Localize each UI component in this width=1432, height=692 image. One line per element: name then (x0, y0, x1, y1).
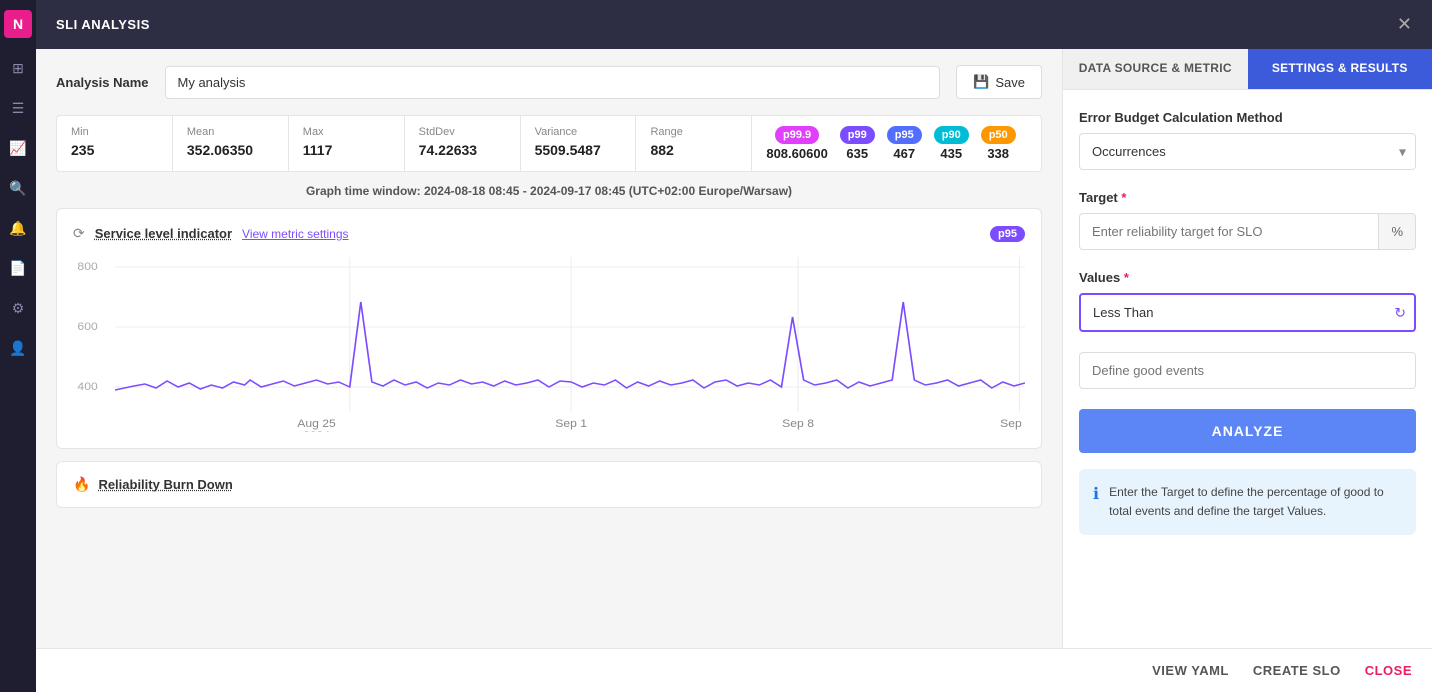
target-section: Target * % (1079, 190, 1416, 250)
time-window: Graph time window: 2024-08-18 08:45 - 20… (56, 184, 1042, 198)
sidebar-icon-home[interactable]: ⊞ (8, 58, 28, 78)
modal-footer: VIEW YAML CREATE SLO CLOSE (36, 648, 1432, 692)
modal-title: SLI ANALYSIS (56, 17, 150, 32)
analyze-button[interactable]: ANALYZE (1079, 409, 1416, 453)
stat-max: Max 1117 (289, 116, 405, 171)
error-budget-select-wrapper: Occurrences ▾ (1079, 133, 1416, 170)
values-label: Values * (1079, 270, 1416, 285)
burndown-section: 🔥 Reliability Burn Down (56, 461, 1042, 508)
svg-text:Sep 8: Sep 8 (782, 418, 814, 430)
info-box: ℹ Enter the Target to define the percent… (1079, 469, 1416, 535)
sidebar-icon-chart[interactable]: 📈 (8, 138, 28, 158)
target-suffix: % (1379, 213, 1416, 250)
chart-icon: ⟳ (73, 225, 85, 242)
percentile-p99: p99 635 (840, 126, 875, 161)
error-budget-select[interactable]: Occurrences (1079, 133, 1416, 170)
chart-badge: p95 (990, 226, 1025, 242)
save-icon: 💾 (973, 74, 989, 90)
create-slo-button[interactable]: CREATE SLO (1253, 663, 1341, 678)
close-button[interactable]: CLOSE (1365, 663, 1412, 678)
right-panel-tabs: DATA SOURCE & METRIC SETTINGS & RESULTS (1063, 49, 1432, 90)
save-button[interactable]: 💾 Save (956, 65, 1042, 99)
modal-overlay: SLI ANALYSIS ✕ Analysis Name 💾 Save Min … (36, 0, 1432, 692)
sidebar-icon-list[interactable]: ☰ (8, 98, 28, 118)
modal-close-button[interactable]: ✕ (1397, 14, 1412, 35)
stat-variance: Variance 5509.5487 (521, 116, 637, 171)
stat-range: Range 882 (636, 116, 752, 171)
right-panel-content: Error Budget Calculation Method Occurren… (1063, 90, 1432, 648)
tab-settings-results[interactable]: SETTINGS & RESULTS (1248, 49, 1432, 89)
info-text: Enter the Target to define the percentag… (1109, 483, 1402, 521)
chart-svg: 800 600 400 Aug 25 (73, 252, 1025, 432)
burndown-header: 🔥 Reliability Burn Down (73, 476, 1025, 493)
error-budget-section: Error Budget Calculation Method Occurren… (1079, 110, 1416, 170)
stat-stddev: StdDev 74.22633 (405, 116, 521, 171)
sidebar-icon-settings[interactable]: ⚙ (8, 298, 28, 318)
svg-text:2024: 2024 (303, 430, 331, 432)
modal-body: Analysis Name 💾 Save Min 235 Mean 352.06… (36, 49, 1432, 648)
svg-text:600: 600 (77, 321, 97, 333)
svg-text:800: 800 (77, 261, 97, 273)
sidebar-icon-search[interactable]: 🔍 (8, 178, 28, 198)
analysis-name-row: Analysis Name 💾 Save (56, 65, 1042, 99)
left-panel: Analysis Name 💾 Save Min 235 Mean 352.06… (36, 49, 1062, 648)
sidebar: N ⊞ ☰ 📈 🔍 🔔 📄 ⚙ 👤 (0, 0, 36, 692)
stat-min: Min 235 (57, 116, 173, 171)
percentile-badges: p99.9 808.60600 p99 635 p95 467 p90 435 (752, 116, 1041, 171)
svg-text:Sep 1: Sep 1 (555, 418, 587, 430)
good-events-input[interactable] (1079, 352, 1416, 389)
percentile-p95: p95 467 (887, 126, 922, 161)
svg-text:400: 400 (77, 381, 97, 393)
stat-mean: Mean 352.06350 (173, 116, 289, 171)
chart-metric-link[interactable]: View metric settings (242, 227, 348, 241)
chart-header: ⟳ Service level indicator View metric se… (73, 225, 1025, 242)
chart-area: 800 600 400 Aug 25 (73, 252, 1025, 432)
stats-row: Min 235 Mean 352.06350 Max 1117 StdDev 7… (56, 115, 1042, 172)
right-panel: DATA SOURCE & METRIC SETTINGS & RESULTS … (1062, 49, 1432, 648)
burndown-title: Reliability Burn Down (98, 477, 232, 492)
percentile-p999: p99.9 808.60600 (766, 126, 827, 161)
target-label: Target * (1079, 190, 1416, 205)
sidebar-icon-bell[interactable]: 🔔 (8, 218, 28, 238)
percentile-p90: p90 435 (934, 126, 969, 161)
modal-header: SLI ANALYSIS ✕ (36, 0, 1432, 49)
svg-text:Aug 25: Aug 25 (297, 418, 336, 430)
info-icon: ℹ (1093, 484, 1099, 521)
logo: N (4, 10, 32, 38)
tab-data-source[interactable]: DATA SOURCE & METRIC (1063, 49, 1248, 89)
values-select-wrapper: Less Than Greater Than Between ↻ (1079, 293, 1416, 332)
target-input[interactable] (1079, 213, 1379, 250)
chart-title: Service level indicator (95, 226, 232, 241)
values-section: Values * Less Than Greater Than Between … (1079, 270, 1416, 332)
view-yaml-button[interactable]: VIEW YAML (1152, 663, 1229, 678)
error-budget-label: Error Budget Calculation Method (1079, 110, 1416, 125)
good-events-section (1079, 352, 1416, 389)
target-row: % (1079, 213, 1416, 250)
analysis-name-input[interactable] (165, 66, 941, 99)
analysis-name-label: Analysis Name (56, 75, 149, 90)
percentile-p50: p50 338 (981, 126, 1016, 161)
svg-text:Sep 15: Sep 15 (1000, 418, 1025, 430)
chart-section: ⟳ Service level indicator View metric se… (56, 208, 1042, 449)
values-select[interactable]: Less Than Greater Than Between (1079, 293, 1416, 332)
sidebar-icon-doc[interactable]: 📄 (8, 258, 28, 278)
burndown-icon: 🔥 (73, 476, 90, 493)
sidebar-icon-user[interactable]: 👤 (8, 338, 28, 358)
